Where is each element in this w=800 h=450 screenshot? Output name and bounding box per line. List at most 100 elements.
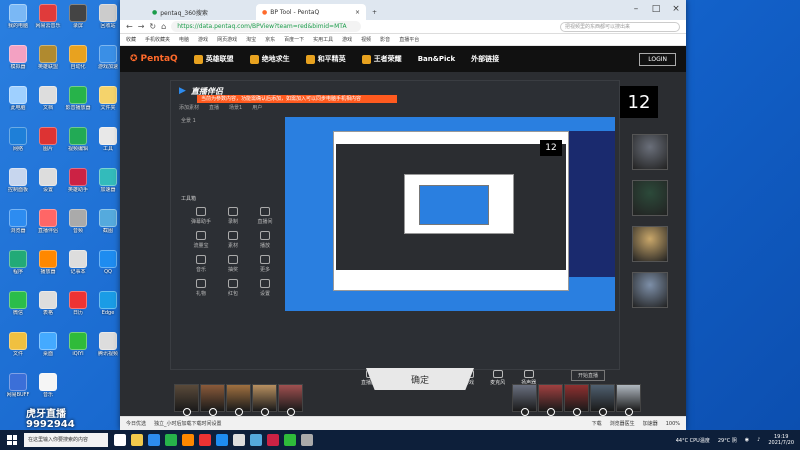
champion-portrait[interactable] <box>632 272 668 308</box>
bookmark-item[interactable]: 京东 <box>265 36 275 43</box>
menu-lol[interactable]: 英雄联盟 <box>193 54 234 64</box>
desktop-icon[interactable]: 工具 <box>94 127 122 152</box>
ban-slot[interactable] <box>538 384 563 416</box>
taskbar-app-icon[interactable] <box>165 434 177 446</box>
start-button[interactable] <box>4 432 20 448</box>
tool-item[interactable]: 录制 <box>217 207 249 225</box>
tab-search[interactable]: ● pentaq_360搜索 <box>146 4 256 20</box>
desktop-icon[interactable]: 文件夹 <box>94 86 122 111</box>
menu-honor[interactable]: 王者荣耀 <box>361 54 402 64</box>
desktop-icon[interactable]: 直播伴侣 <box>34 209 62 234</box>
tool-item[interactable]: 素材 <box>217 231 249 249</box>
bookmark-item[interactable]: 影音 <box>380 36 390 43</box>
home-icon[interactable]: ⌂ <box>161 22 166 31</box>
reload-icon[interactable]: ↻ <box>149 22 156 31</box>
desktop-icon[interactable]: 图片 <box>34 127 62 152</box>
bookmark-item[interactable]: 实用工具 <box>313 36 333 43</box>
taskbar-app-icon[interactable] <box>131 434 143 446</box>
control-item[interactable]: 用户 <box>252 104 262 111</box>
bookmark-item[interactable]: 手机收藏夹 <box>145 36 170 43</box>
tool-item[interactable]: 抽奖 <box>217 255 249 273</box>
url-field[interactable]: https://data.pentaq.com/BPView?team=red&… <box>171 21 362 32</box>
ban-slot[interactable] <box>616 384 641 416</box>
desktop-icon[interactable]: 音频 <box>64 209 92 234</box>
control-item[interactable]: 直播 <box>209 104 219 111</box>
taskbar-app-icon[interactable] <box>301 434 313 446</box>
network-icon[interactable]: ◉ <box>745 437 749 443</box>
desktop-icon[interactable]: 英雄助手 <box>64 168 92 193</box>
tool-item[interactable]: 直播间 <box>249 207 281 225</box>
desktop-icon[interactable]: 腾讯视频 <box>94 332 122 357</box>
clock[interactable]: 19:19 2021/7/20 <box>768 434 794 446</box>
desktop-icon[interactable]: 音乐 <box>34 373 62 398</box>
control-item[interactable]: 场景1 <box>229 104 242 111</box>
minimize-icon[interactable]: – <box>626 0 646 18</box>
stream-control-button[interactable]: 麦克风 <box>490 370 505 386</box>
bookmark-item[interactable]: 网页游戏 <box>217 36 237 43</box>
desktop-icon[interactable]: iQIYI <box>64 332 92 357</box>
ban-slot[interactable] <box>252 384 277 416</box>
ban-slot[interactable] <box>200 384 225 416</box>
maximize-icon[interactable]: □ <box>646 0 666 18</box>
ban-slot[interactable] <box>590 384 615 416</box>
ban-slot[interactable] <box>226 384 251 416</box>
desktop-icon[interactable]: 录屏 <box>64 4 92 29</box>
taskbar-app-icon[interactable] <box>216 434 228 446</box>
taskbar-app-icon[interactable] <box>233 434 245 446</box>
pentaq-logo[interactable]: ✪ PentaQ <box>130 54 178 64</box>
champion-portrait[interactable] <box>632 134 668 170</box>
taskbar-app-icon[interactable] <box>114 434 126 446</box>
desktop-icon[interactable]: 此电脑 <box>4 86 32 111</box>
desktop-icon[interactable]: 自动化 <box>64 45 92 70</box>
tool-item[interactable]: 红包 <box>217 279 249 297</box>
weather[interactable]: 29°C 阴 <box>718 437 737 444</box>
champion-portrait[interactable] <box>632 226 668 262</box>
desktop-icon[interactable]: 设置 <box>34 168 62 193</box>
desktop-icon[interactable]: 英雄联盟 <box>34 45 62 70</box>
bookmark-item[interactable]: 直播平台 <box>399 36 419 43</box>
desktop-icon[interactable]: 文档 <box>34 86 62 111</box>
tool-item[interactable]: 弹幕助手 <box>185 207 217 225</box>
back-icon[interactable]: ← <box>126 22 133 31</box>
bookmark-item[interactable]: 电脑 <box>179 36 189 43</box>
champion-portrait[interactable] <box>632 180 668 216</box>
desktop-icon[interactable]: Edge <box>94 291 122 316</box>
tool-item[interactable]: 播放 <box>249 231 281 249</box>
new-tab-button[interactable]: + <box>366 4 380 20</box>
desktop-icon[interactable]: 播放器 <box>34 250 62 275</box>
close-window-icon[interactable]: × <box>666 0 686 18</box>
confirm-button[interactable]: 确定 <box>366 368 474 390</box>
taskbar-app-icon[interactable] <box>199 434 211 446</box>
desktop-icon[interactable]: 影音播放器 <box>64 86 92 111</box>
ban-slot[interactable] <box>174 384 199 416</box>
tool-item[interactable]: 设置 <box>249 279 281 297</box>
menu-peace[interactable]: 和平精英 <box>305 54 346 64</box>
desktop-icon[interactable]: 浏览器 <box>4 209 32 234</box>
ban-slot[interactable] <box>564 384 589 416</box>
desktop-icon[interactable]: 截图 <box>94 209 122 234</box>
tab-bptool[interactable]: ● BP Tool - PentaQ × <box>256 4 366 20</box>
status-zoom[interactable]: 100% <box>666 421 680 427</box>
desktop-icon[interactable]: 日历 <box>64 291 92 316</box>
desktop-icon[interactable]: 游戏加速 <box>94 45 122 70</box>
tool-item[interactable]: 音乐 <box>185 255 217 273</box>
status-accel[interactable]: 加速器 <box>643 420 658 427</box>
desktop-icon[interactable]: 微信 <box>4 291 32 316</box>
desktop-icon[interactable]: 桌面 <box>34 332 62 357</box>
taskbar-app-icon[interactable] <box>284 434 296 446</box>
tool-item[interactable]: 更多 <box>249 255 281 273</box>
taskbar-app-icon[interactable] <box>148 434 160 446</box>
bookmark-item[interactable]: 游戏 <box>198 36 208 43</box>
taskbar-app-icon[interactable] <box>182 434 194 446</box>
desktop-icon[interactable]: 程序 <box>4 250 32 275</box>
browser-search-input[interactable]: 把视频里的东西都可以搜出来 <box>560 21 680 32</box>
ban-slot[interactable] <box>278 384 303 416</box>
menu-links[interactable]: 外部链接 <box>471 54 499 64</box>
bookmark-item[interactable]: 淘宝 <box>246 36 256 43</box>
bookmark-item[interactable]: 百度一下 <box>284 36 304 43</box>
tool-item[interactable]: 流量宝 <box>185 231 217 249</box>
status-download[interactable]: 下载 <box>592 420 602 427</box>
taskbar-app-icon[interactable] <box>267 434 279 446</box>
bookmark-item[interactable]: 游戏 <box>342 36 352 43</box>
desktop-icon[interactable]: 模拟器 <box>4 45 32 70</box>
